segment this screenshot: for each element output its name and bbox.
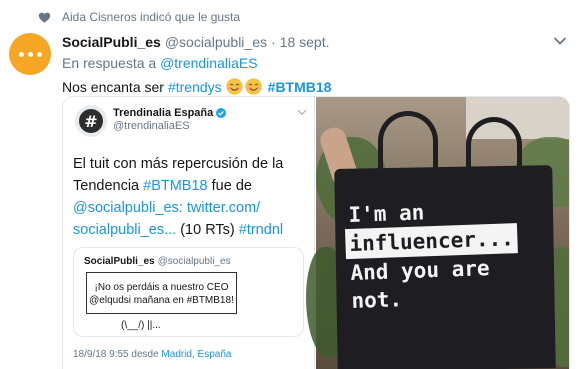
tweet-text: Nos encanta ser #trendys #BTMB18 bbox=[62, 78, 331, 95]
quoted-line-4: socialpubli_es... (10 RTs) #trndnl bbox=[73, 219, 311, 241]
inner-quote-header: SocialPubli_es @socialpubli_es bbox=[84, 256, 231, 267]
author-name[interactable]: SocialPubli_es bbox=[62, 34, 161, 50]
chevron-down-icon bbox=[297, 109, 307, 116]
tweet-header: SocialPubli_es @socialpubli_es · 18 sept… bbox=[62, 33, 329, 50]
author-handle[interactable]: @socialpubli_es bbox=[165, 34, 267, 50]
quoted-meta-place: Madrid, España bbox=[161, 349, 232, 360]
quoted-name-text: Trendinalia España bbox=[113, 107, 214, 119]
reply-prefix: En respuesta a bbox=[62, 55, 157, 71]
avatar[interactable] bbox=[9, 33, 51, 75]
hashtag-btmb18[interactable]: #BTMB18 bbox=[268, 79, 332, 95]
smiling-face-emoji-icon bbox=[245, 78, 262, 95]
tweet-media[interactable]: # Trendinalia España @trendinaliaES El t… bbox=[62, 96, 570, 369]
reply-context: En respuesta a @trendinaliaES bbox=[62, 55, 258, 71]
tote-bag-photo[interactable]: I'm an influencer... And you are not. bbox=[306, 97, 569, 369]
inner-quote-handle: @socialpubli_es bbox=[157, 256, 231, 267]
bag-line-4: not. bbox=[351, 287, 403, 313]
quoted-line-2-a: Tendencia bbox=[73, 178, 140, 194]
tweet-text-prefix: Nos encanta ser bbox=[62, 78, 164, 95]
tweet-date[interactable]: 18 sept. bbox=[280, 34, 330, 50]
quoted-hashtag-btmb18: #BTMB18 bbox=[143, 178, 208, 194]
bag-strap bbox=[378, 111, 438, 173]
verified-icon bbox=[216, 108, 227, 118]
quoted-hashtag-trndnl: #trndnl bbox=[238, 222, 284, 238]
quoted-tweet-text: El tuit con más repercusión de la Tenden… bbox=[73, 153, 311, 241]
chevron-down-icon[interactable] bbox=[553, 36, 567, 46]
header-separator: · bbox=[270, 33, 276, 50]
social-context-text[interactable]: Aida Cisneros indicó que le gusta bbox=[62, 10, 240, 24]
hash-logo-icon: # bbox=[79, 109, 103, 133]
quoted-tweet-image[interactable]: # Trendinalia España @trendinaliaES El t… bbox=[63, 97, 315, 369]
inner-quote-name: SocialPubli_es bbox=[84, 256, 155, 267]
quoted-tweet-meta: 18/9/18 9:55 desde Madrid, España bbox=[73, 349, 231, 360]
inner-quote-line-2: @elqudsi mañana en #BTMB18! bbox=[89, 295, 234, 306]
inner-quote-line-1: ¡No os perdáis a nuestro CEO bbox=[94, 282, 229, 293]
quoted-line-1: El tuit con más repercusión de la bbox=[73, 156, 284, 172]
quoted-author-handle: @trendinaliaES bbox=[113, 120, 190, 132]
bag-line-2: influencer... bbox=[344, 223, 519, 260]
inner-quote-sign: ¡No os perdáis a nuestro CEO @elqudsi ma… bbox=[86, 272, 237, 314]
smiling-face-emoji-icon bbox=[226, 78, 243, 95]
bag-strap bbox=[466, 117, 522, 173]
avatar-dot bbox=[18, 51, 24, 57]
avatar-dot bbox=[27, 51, 33, 57]
quoted-author-name: Trendinalia España bbox=[113, 107, 227, 119]
social-context: Aida Cisneros indicó que le gusta bbox=[38, 9, 240, 25]
quoted-line-4-b: (10 RTs) bbox=[180, 222, 235, 238]
tote-bag-slogan: I'm an influencer... And you are not. bbox=[344, 195, 520, 315]
avatar-dot bbox=[36, 51, 42, 57]
inner-quoted-tweet: SocialPubli_es @socialpubli_es ¡No os per… bbox=[73, 247, 304, 337]
hashtag-trendys[interactable]: #trendys bbox=[168, 79, 222, 95]
heart-icon bbox=[38, 12, 51, 23]
inner-quote-bunny: (\__/) ||... bbox=[121, 320, 161, 331]
reply-to-link[interactable]: @trendinaliaES bbox=[160, 55, 258, 71]
quoted-line-4-a: socialpubli_es... bbox=[73, 222, 177, 238]
quoted-line-3: @socialpubli_es: twitter.com/ bbox=[73, 200, 261, 216]
quoted-meta-prefix: 18/9/18 9:55 desde bbox=[73, 349, 159, 360]
quoted-avatar[interactable]: # bbox=[75, 105, 107, 137]
quoted-line-2-c: fue de bbox=[211, 178, 252, 194]
quoted-line-2: Tendencia #BTMB18 fue de bbox=[73, 175, 311, 197]
